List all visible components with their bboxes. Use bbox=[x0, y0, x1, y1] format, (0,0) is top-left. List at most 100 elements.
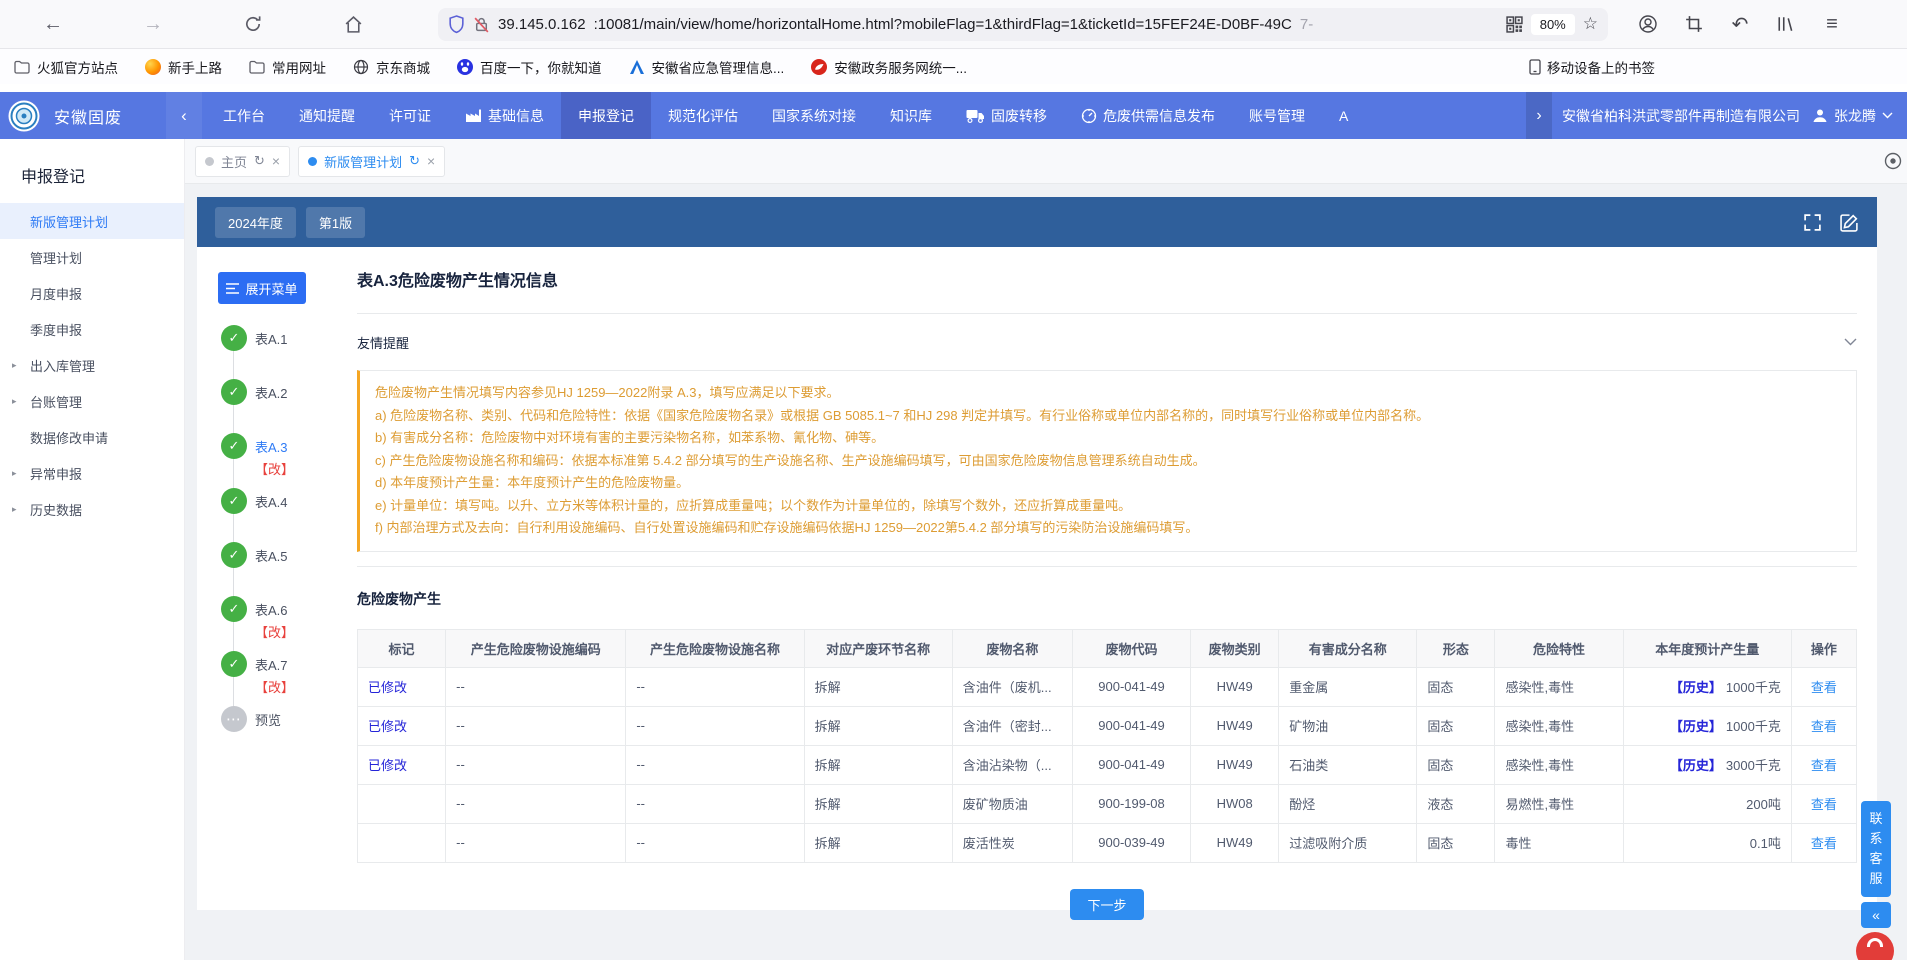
nav-item-通知提醒[interactable]: 通知提醒 bbox=[282, 92, 372, 139]
year-badge[interactable]: 2024年度 bbox=[215, 207, 296, 238]
view-link[interactable]: 查看 bbox=[1811, 797, 1837, 812]
company-expand-chevron[interactable]: › bbox=[1526, 92, 1552, 139]
home-icon[interactable] bbox=[336, 7, 370, 41]
tab-options-icon[interactable] bbox=[1883, 151, 1903, 171]
bookmark-item[interactable]: 京东商城 bbox=[353, 57, 430, 77]
nav-item-危废供需信息发布[interactable]: 危废供需信息发布 bbox=[1064, 92, 1232, 139]
wizard-step-表A.5[interactable]: ✓表A.5 bbox=[221, 542, 357, 568]
bookmark-item[interactable]: 新手上路 bbox=[145, 57, 222, 77]
sidebar-item-label: 异常申报 bbox=[30, 464, 82, 483]
history-tag[interactable]: 【历史】 bbox=[1670, 758, 1722, 773]
nav-item-A[interactable]: A bbox=[1322, 92, 1365, 139]
tab-refresh-icon[interactable]: ↻ bbox=[254, 153, 265, 169]
insecure-lock-icon[interactable] bbox=[473, 16, 490, 33]
expand-menu-button[interactable]: 展开菜单 bbox=[218, 272, 306, 304]
contact-service-button[interactable]: 联系客服 bbox=[1861, 801, 1891, 897]
service-collapse-button[interactable]: « bbox=[1861, 902, 1891, 928]
tab-bar: 主页↻×新版管理计划↻× bbox=[185, 139, 1907, 184]
next-step-button[interactable]: 下一步 bbox=[1070, 889, 1144, 920]
notice-line: 危险废物产生情况填写内容参见HJ 1259—2022附录 A.3，填写应满足以下… bbox=[375, 382, 1841, 405]
wizard-step-表A.6[interactable]: ✓ 表A.6 bbox=[221, 596, 357, 622]
tab-refresh-icon[interactable]: ↻ bbox=[409, 153, 420, 169]
sidebar-item-新版管理计划[interactable]: 新版管理计划 bbox=[0, 203, 184, 239]
menu-collapse-chevron[interactable]: ‹ bbox=[166, 92, 202, 139]
sidebar-item-台账管理[interactable]: ▸台账管理 bbox=[0, 383, 184, 419]
history-tag[interactable]: 【历史】 bbox=[1670, 719, 1722, 734]
nav-item-固废转移[interactable]: 固废转移 bbox=[949, 92, 1064, 139]
collapse-chevron-icon[interactable] bbox=[1844, 338, 1857, 346]
nav-item-账号管理[interactable]: 账号管理 bbox=[1232, 92, 1322, 139]
wizard-step-表A.7[interactable]: ✓表A.7 bbox=[221, 651, 357, 677]
zoom-level-badge[interactable]: 80% bbox=[1531, 14, 1575, 35]
check-icon: ✓ bbox=[221, 596, 247, 622]
sidebar-item-管理计划[interactable]: 管理计划 bbox=[0, 239, 184, 275]
reload-icon[interactable] bbox=[236, 7, 270, 41]
cell-facility-code: -- bbox=[446, 706, 626, 745]
expand-arrow-icon: ▸ bbox=[12, 360, 17, 371]
menu-icon[interactable]: ≡ bbox=[1817, 9, 1847, 39]
nav-item-label: 许可证 bbox=[389, 106, 431, 126]
view-link[interactable]: 查看 bbox=[1811, 836, 1837, 851]
mobile-bookmarks[interactable]: 移动设备上的书签 bbox=[1529, 57, 1655, 77]
tab-close-icon[interactable]: × bbox=[272, 153, 280, 169]
forward-icon[interactable]: → bbox=[136, 7, 170, 41]
modified-status: 已修改 bbox=[368, 680, 407, 695]
bookmark-item[interactable]: 安徽省应急管理信息... bbox=[629, 57, 785, 77]
amount-value: 3000千克 bbox=[1726, 758, 1781, 773]
wizard-step-表A.3[interactable]: ✓表A.3 bbox=[221, 433, 357, 459]
history-tag[interactable]: 【历史】 bbox=[1670, 680, 1722, 695]
undo-history-icon[interactable]: ↶ bbox=[1725, 9, 1755, 39]
wizard-step-预览[interactable]: ⋯预览 bbox=[221, 706, 357, 732]
nav-item-申报登记[interactable]: 申报登记 bbox=[561, 92, 651, 139]
cell-component: 石油类 bbox=[1279, 745, 1417, 784]
cell-component: 重金属 bbox=[1279, 667, 1417, 706]
url-bar[interactable]: 39.145.0.162:10081/main/view/home/horizo… bbox=[438, 8, 1608, 41]
sidebar-item-历史数据[interactable]: ▸历史数据 bbox=[0, 491, 184, 527]
view-link[interactable]: 查看 bbox=[1811, 680, 1837, 695]
sidebar-item-异常申报[interactable]: ▸异常申报 bbox=[0, 455, 184, 491]
sidebar-item-数据修改申请[interactable]: 数据修改申请 bbox=[0, 419, 184, 455]
tab-新版管理计划[interactable]: 新版管理计划↻× bbox=[298, 146, 445, 177]
back-icon[interactable]: ← bbox=[36, 7, 70, 41]
wizard-step-label: 表A.6 bbox=[255, 600, 288, 619]
bookmark-item[interactable]: 安徽政务服务网统一... bbox=[811, 57, 967, 77]
truck-icon bbox=[966, 109, 985, 123]
screenshot-crop-icon[interactable] bbox=[1679, 9, 1709, 39]
shield-icon[interactable] bbox=[448, 15, 465, 34]
account-icon[interactable] bbox=[1633, 9, 1663, 39]
bookmark-star-icon[interactable]: ☆ bbox=[1583, 14, 1598, 34]
tab-close-icon[interactable]: × bbox=[427, 153, 435, 169]
nav-item-许可证[interactable]: 许可证 bbox=[372, 92, 448, 139]
nav-item-国家系统对接[interactable]: 国家系统对接 bbox=[755, 92, 873, 139]
nav-item-知识库[interactable]: 知识库 bbox=[873, 92, 949, 139]
nav-item-工作台[interactable]: 工作台 bbox=[206, 92, 282, 139]
user-menu[interactable]: 张龙腾 bbox=[1812, 106, 1893, 126]
version-badge[interactable]: 第1版 bbox=[306, 207, 365, 238]
view-link[interactable]: 查看 bbox=[1811, 719, 1837, 734]
bookmark-item[interactable]: 百度一下，你就知道 bbox=[457, 57, 602, 77]
fullscreen-icon[interactable] bbox=[1803, 213, 1822, 232]
bookmark-item[interactable]: 火狐官方站点 bbox=[14, 57, 118, 77]
browser-toolbar: ← → 39.145.0.162:10081/main/view/home/ho… bbox=[0, 0, 1907, 49]
sidebar-item-月度申报[interactable]: 月度申报 bbox=[0, 275, 184, 311]
bookmark-item[interactable]: 常用网址 bbox=[249, 57, 326, 77]
nav-item-规范化评估[interactable]: 规范化评估 bbox=[651, 92, 755, 139]
tab-主页[interactable]: 主页↻× bbox=[195, 146, 290, 177]
sidebar-item-出入库管理[interactable]: ▸出入库管理 bbox=[0, 347, 184, 383]
nav-item-基础信息[interactable]: 基础信息 bbox=[448, 92, 561, 139]
cell-mark: 已修改 bbox=[358, 745, 446, 784]
edit-icon[interactable] bbox=[1840, 213, 1859, 232]
nav-item-label: 申报登记 bbox=[578, 106, 634, 126]
sidebar-item-季度申报[interactable]: 季度申报 bbox=[0, 311, 184, 347]
modified-tag: 【改】 bbox=[255, 677, 357, 699]
library-icon[interactable] bbox=[1771, 9, 1801, 39]
cell-waste-code: 900-199-08 bbox=[1072, 784, 1190, 823]
wizard-step-表A.4[interactable]: ✓表A.4 bbox=[221, 488, 357, 514]
service-char: 联 bbox=[1869, 809, 1882, 829]
cell-facility-code: -- bbox=[446, 667, 626, 706]
wizard-step-表A.1[interactable]: ✓表A.1 bbox=[221, 325, 357, 351]
qr-code-icon[interactable] bbox=[1506, 16, 1523, 33]
check-icon: ✓ bbox=[221, 433, 247, 459]
view-link[interactable]: 查看 bbox=[1811, 758, 1837, 773]
wizard-step-表A.2[interactable]: ✓表A.2 bbox=[221, 379, 357, 405]
